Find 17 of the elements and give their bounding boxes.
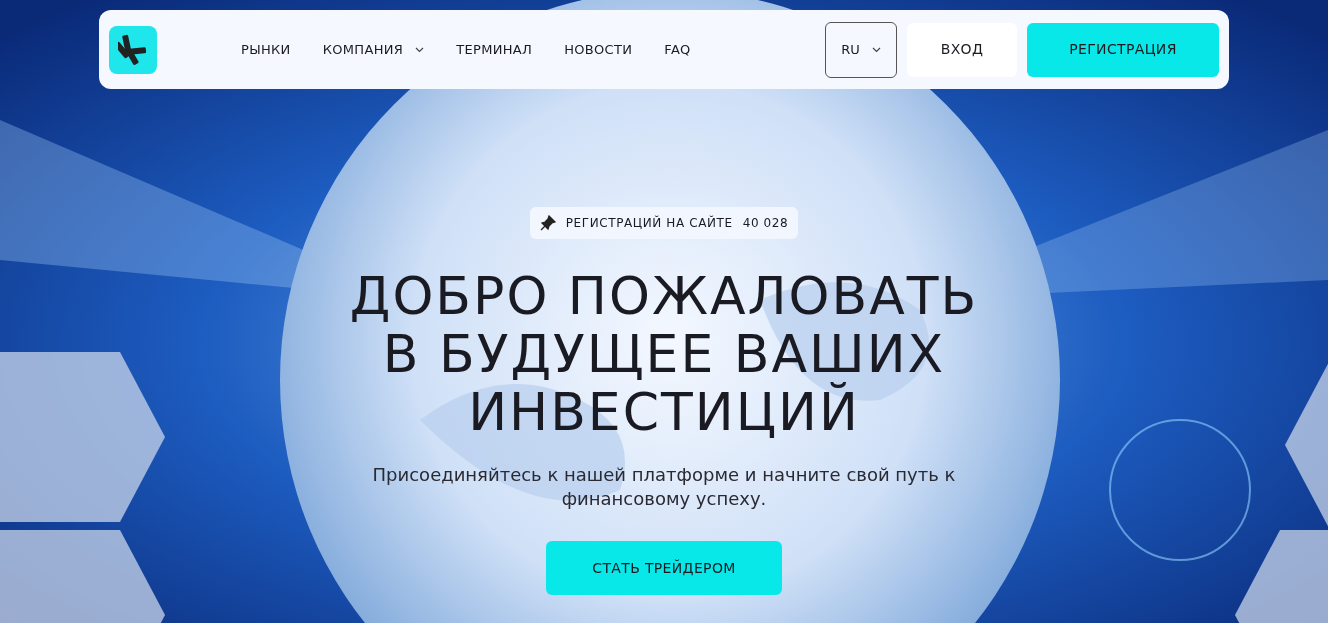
logo-icon[interactable] [109, 25, 157, 74]
nav-link[interactable]: НОВОСТИ [564, 39, 633, 60]
badge-label: РЕГИСТРАЦИЙ НА САЙТЕ [565, 214, 733, 232]
hero-title: ДОБРО ПОЖАЛОВАТЬ В БУДУЩЕЕ ВАШИХ ИНВЕСТИЦИЙ [349, 267, 979, 441]
nav-link[interactable]: РЫНКИ [241, 39, 291, 60]
hero-subtitle: Присоединяйтесь к нашей платформе и начните свой путь к финансовому успеху. [371, 463, 957, 511]
chevron-icon [871, 46, 881, 53]
badge-count: 40 028 [742, 215, 789, 232]
pin-icon [539, 215, 556, 231]
nav-link[interactable]: ТЕРМИНАЛ [456, 39, 533, 60]
nav-link[interactable]: FAQ [664, 39, 691, 60]
become-trader-button[interactable]: СТАТЬ ТРЕЙДЕРОМ [546, 541, 782, 595]
register-button[interactable]: РЕГИСТРАЦИЯ [1027, 22, 1219, 77]
chevron-icon [415, 46, 425, 53]
login-button[interactable]: ВХОД [907, 22, 1017, 77]
nav-dropdown[interactable]: КОМПАНИЯ [322, 39, 425, 60]
language-selector[interactable]: RU [825, 21, 897, 78]
